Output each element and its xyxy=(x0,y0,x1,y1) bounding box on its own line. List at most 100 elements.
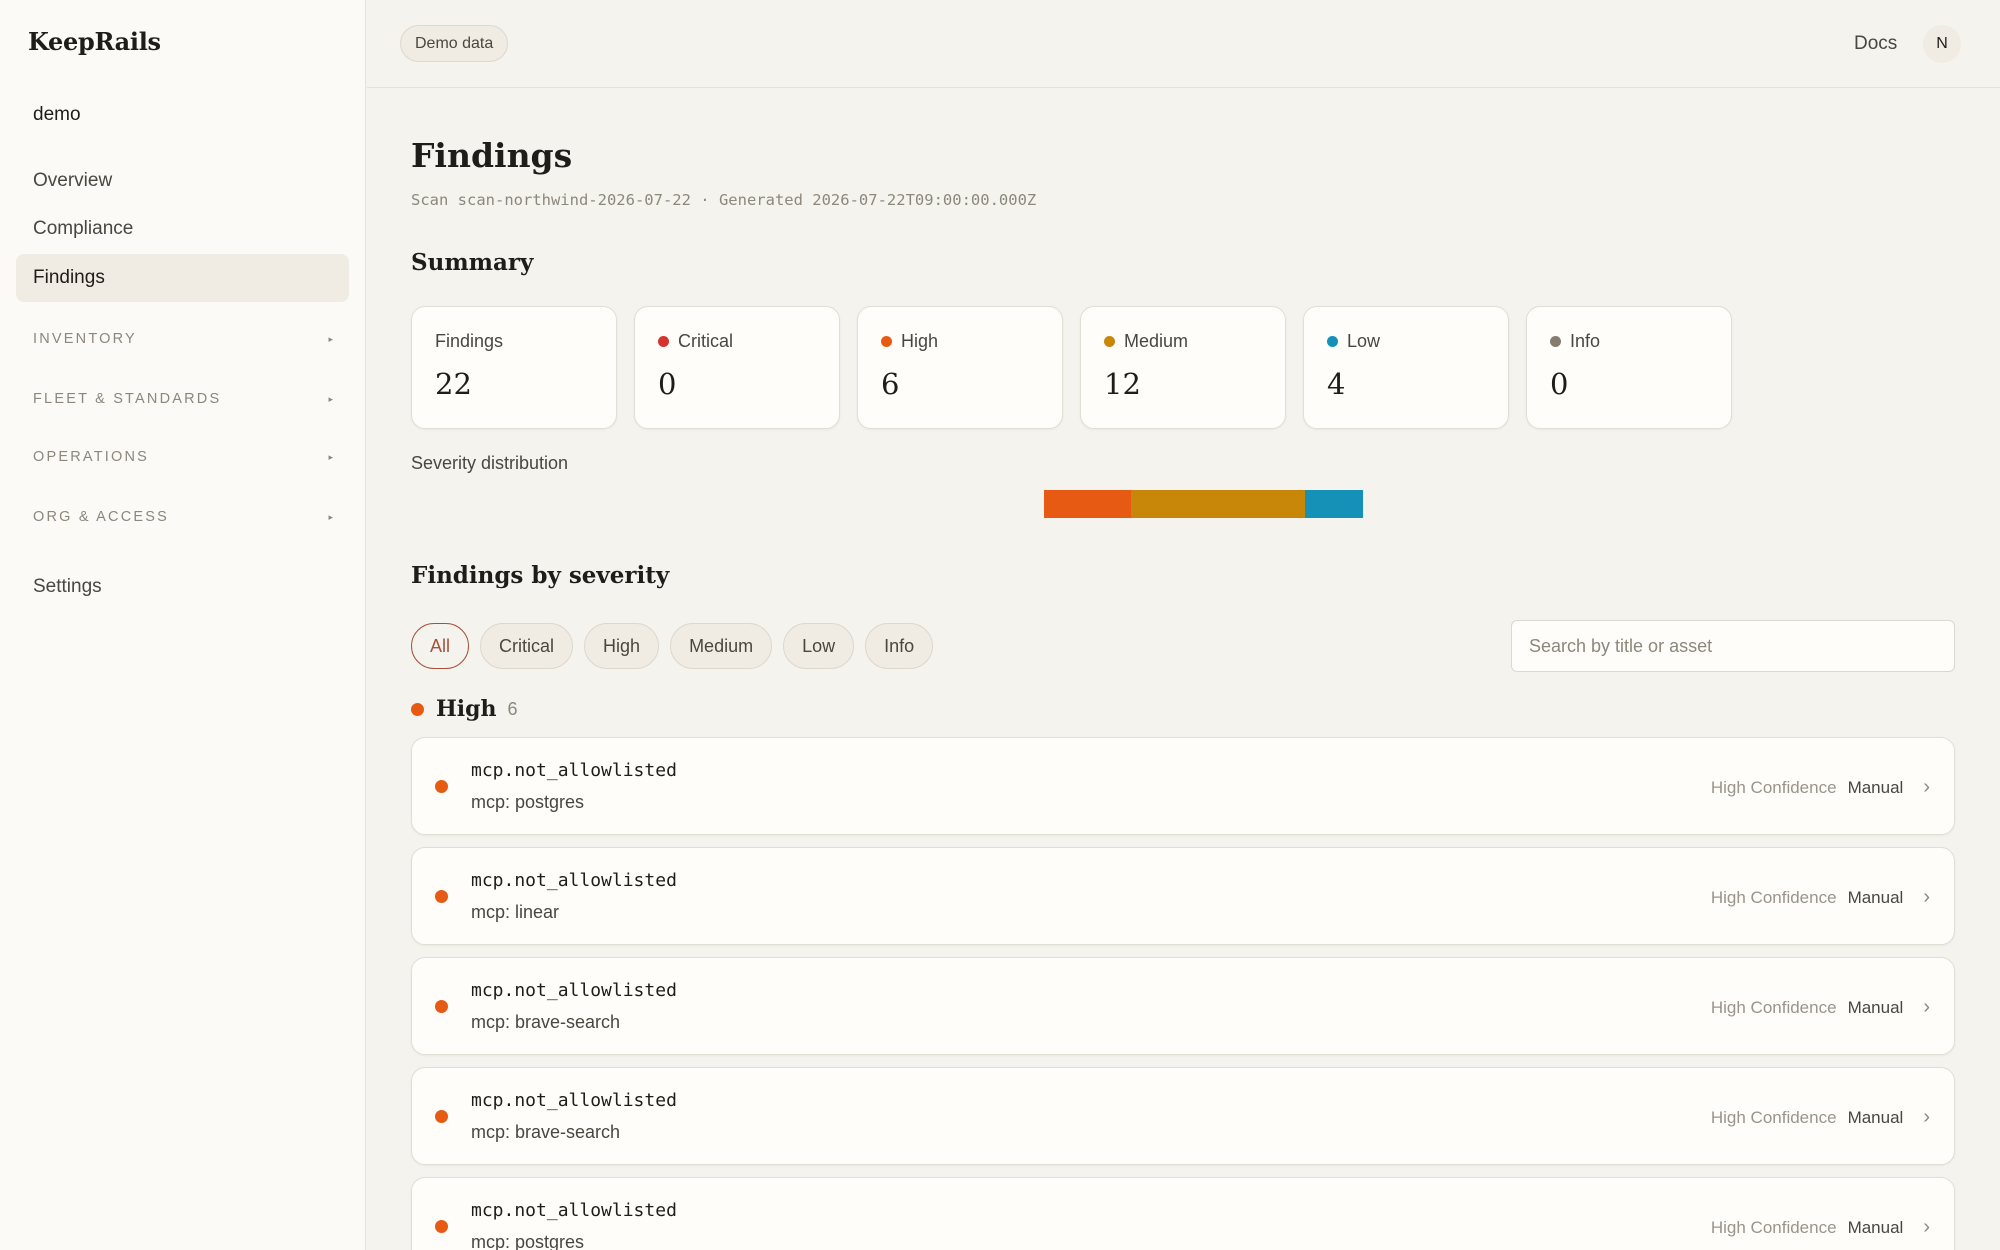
sidebar-item-label: Findings xyxy=(33,267,105,288)
finding-title: mcp.not_allowlisted xyxy=(471,1200,677,1221)
severity-group-count: 6 xyxy=(507,698,518,719)
finding-row[interactable]: mcp.not_allowlisted mcp: brave-search Hi… xyxy=(411,957,1955,1055)
finding-asset: mcp: brave-search xyxy=(471,1122,621,1142)
chevron-right-icon: › xyxy=(1923,1106,1930,1128)
severity-dot xyxy=(411,702,424,716)
severity-dot xyxy=(435,890,448,903)
severity-dot xyxy=(881,336,892,347)
card-value: 6 xyxy=(881,367,900,401)
sidebar-group-label: ORG & ACCESS xyxy=(33,509,169,525)
sidebar: KeepRails demo Overview Compliance Findi… xyxy=(0,0,366,1250)
severity-dot xyxy=(1327,336,1338,347)
finding-row[interactable]: mcp.not_allowlisted mcp: postgres High C… xyxy=(411,737,1955,835)
severity-group-header: High 6 xyxy=(411,696,518,722)
sidebar-item-overview[interactable]: Overview xyxy=(16,157,349,205)
workspace-name[interactable]: demo xyxy=(33,104,81,126)
filter-chip-all[interactable]: All xyxy=(411,623,470,669)
severity-group-name: High xyxy=(436,696,497,722)
severity-distribution-bar xyxy=(1044,490,1363,518)
summary-card-critical: Critical 0 xyxy=(634,306,840,429)
severity-filter-chips: All Critical High Medium Low Info xyxy=(411,623,934,669)
caret-right-icon: ▸ xyxy=(328,451,333,462)
confidence-label: High Confidence xyxy=(1710,887,1837,907)
confidence-label: High Confidence xyxy=(1710,1107,1837,1127)
remediation-label: Manual xyxy=(1847,887,1904,907)
card-label: High xyxy=(901,331,939,351)
sidebar-item-label: Overview xyxy=(33,170,113,191)
finding-row[interactable]: mcp.not_allowlisted mcp: brave-search Hi… xyxy=(411,1067,1955,1165)
demo-data-badge: Demo data xyxy=(400,25,509,62)
page-title: Findings xyxy=(411,136,573,175)
sidebar-item-label: Settings xyxy=(33,576,102,597)
sidebar-group-label: OPERATIONS xyxy=(33,449,149,465)
card-label: Findings xyxy=(435,331,504,351)
finding-title: mcp.not_allowlisted xyxy=(471,870,677,891)
sidebar-item-findings[interactable]: Findings xyxy=(16,254,349,302)
card-label: Info xyxy=(1570,331,1601,351)
severity-dot xyxy=(435,1220,448,1233)
sidebar-group-label: INVENTORY xyxy=(33,331,137,347)
summary-card-high: High 6 xyxy=(857,306,1063,429)
finding-row[interactable]: mcp.not_allowlisted mcp: linear High Con… xyxy=(411,847,1955,945)
card-value: 22 xyxy=(435,367,472,401)
sidebar-group-label: FLEET & STANDARDS xyxy=(33,391,222,407)
docs-link[interactable]: Docs xyxy=(1854,33,1897,55)
caret-right-icon: ▸ xyxy=(328,333,333,344)
severity-distribution-label: Severity distribution xyxy=(411,453,569,473)
remediation-label: Manual xyxy=(1847,1217,1904,1237)
chevron-right-icon: › xyxy=(1923,886,1930,908)
sidebar-group-fleet-standards[interactable]: FLEET & STANDARDS ▸ xyxy=(33,387,333,411)
card-value: 12 xyxy=(1104,367,1141,401)
search-input[interactable] xyxy=(1511,620,1955,672)
finding-row[interactable]: mcp.not_allowlisted mcp: postgres High C… xyxy=(411,1177,1955,1250)
caret-right-icon: ▸ xyxy=(328,393,333,404)
distribution-segment-low xyxy=(1305,490,1363,518)
remediation-label: Manual xyxy=(1847,1107,1904,1127)
sidebar-group-inventory[interactable]: INVENTORY ▸ xyxy=(33,327,333,351)
card-label: Critical xyxy=(678,331,734,351)
confidence-label: High Confidence xyxy=(1710,777,1837,797)
filter-chip-low[interactable]: Low xyxy=(783,623,855,669)
finding-asset: mcp: brave-search xyxy=(471,1012,621,1032)
top-bar: Demo data Docs N xyxy=(367,0,2000,88)
scan-subline: Scan scan-northwind-2026-07-22 · Generat… xyxy=(411,191,1037,209)
finding-asset: mcp: linear xyxy=(471,902,560,922)
remediation-label: Manual xyxy=(1847,777,1904,797)
card-value: 0 xyxy=(1550,367,1569,401)
caret-right-icon: ▸ xyxy=(328,511,333,522)
summary-card-medium: Medium 12 xyxy=(1080,306,1286,429)
summary-cards: Findings 22 Critical 0 High 6 Medium 12 xyxy=(411,306,1732,429)
filter-chip-medium[interactable]: Medium xyxy=(670,623,773,669)
card-value: 4 xyxy=(1327,367,1346,401)
chevron-right-icon: › xyxy=(1923,996,1930,1018)
summary-card-findings: Findings 22 xyxy=(411,306,617,429)
findings-by-severity-title: Findings by severity xyxy=(411,562,670,589)
finding-asset: mcp: postgres xyxy=(471,1232,585,1250)
severity-dot xyxy=(435,1000,448,1013)
severity-dot xyxy=(1104,336,1115,347)
card-value: 0 xyxy=(658,367,677,401)
finding-asset: mcp: postgres xyxy=(471,792,585,812)
filter-chip-info[interactable]: Info xyxy=(865,623,934,669)
filter-chip-high[interactable]: High xyxy=(584,623,660,669)
severity-dot xyxy=(435,780,448,793)
sidebar-group-org-access[interactable]: ORG & ACCESS ▸ xyxy=(33,505,333,529)
chevron-right-icon: › xyxy=(1923,1216,1930,1238)
distribution-segment-medium xyxy=(1131,490,1305,518)
avatar[interactable]: N xyxy=(1923,25,1961,63)
finding-title: mcp.not_allowlisted xyxy=(471,1090,677,1111)
severity-dot xyxy=(1550,336,1561,347)
summary-card-info: Info 0 xyxy=(1526,306,1732,429)
sidebar-item-compliance[interactable]: Compliance xyxy=(16,205,349,253)
severity-dot xyxy=(658,336,669,347)
brand-logo[interactable]: KeepRails xyxy=(28,27,161,56)
filter-chip-critical[interactable]: Critical xyxy=(480,623,574,669)
sidebar-item-settings[interactable]: Settings xyxy=(16,563,349,611)
sidebar-item-label: Compliance xyxy=(33,218,134,239)
finding-title: mcp.not_allowlisted xyxy=(471,760,677,781)
sidebar-group-operations[interactable]: OPERATIONS ▸ xyxy=(33,445,333,469)
confidence-label: High Confidence xyxy=(1710,997,1837,1017)
main-content: Findings Scan scan-northwind-2026-07-22 … xyxy=(367,89,2000,1250)
card-label: Medium xyxy=(1124,331,1189,351)
finding-title: mcp.not_allowlisted xyxy=(471,980,677,1001)
